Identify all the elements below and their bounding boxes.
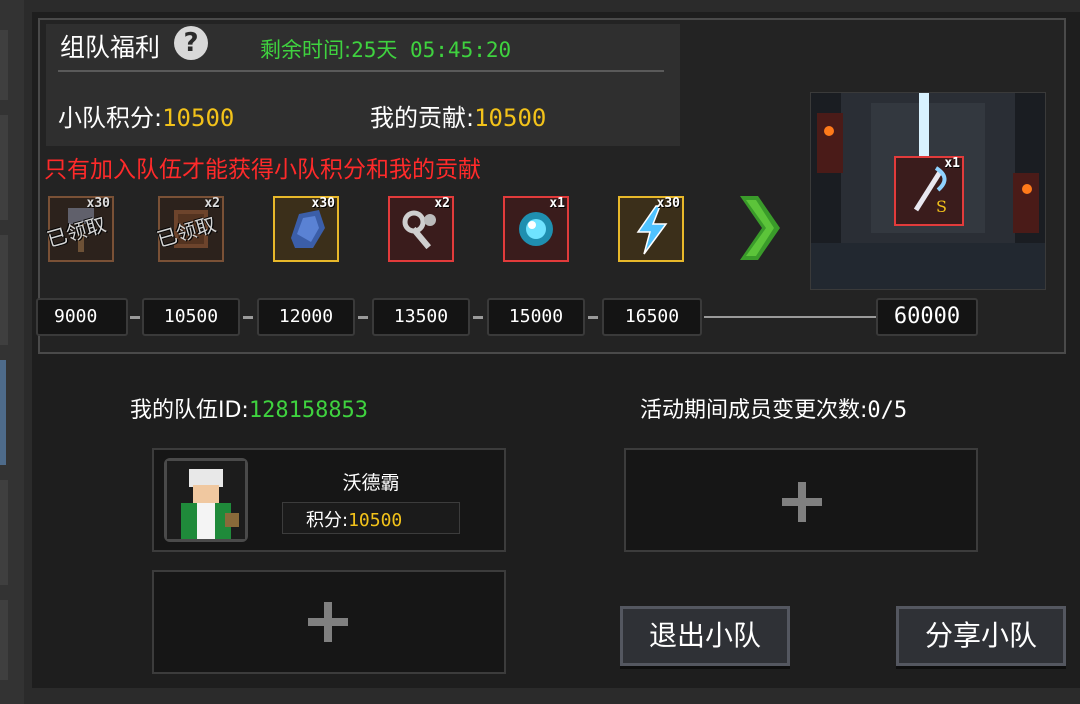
plus-icon[interactable] — [782, 482, 822, 522]
progress-segment — [473, 316, 483, 319]
milestone-score: 10500 — [142, 298, 240, 336]
side-tab[interactable] — [0, 235, 8, 345]
reward-qty: x2 — [434, 196, 450, 211]
side-tab[interactable] — [0, 115, 8, 220]
help-icon[interactable]: ? — [174, 26, 208, 60]
avatar — [164, 458, 248, 542]
milestone-score: 9000 — [36, 298, 128, 336]
reward-item-key[interactable]: x2 — [388, 196, 454, 262]
page-title: 组队福利 — [60, 33, 161, 62]
team-score-label: 小队积分: — [58, 104, 163, 132]
divider — [58, 70, 664, 72]
change-label: 活动期间成员变更次数: — [640, 398, 868, 423]
reward-item-orb[interactable]: x1 — [503, 196, 569, 262]
remaining-time: 剩余时间:25天 05:45:20 — [260, 34, 511, 64]
member-name: 沃德霸 — [342, 472, 400, 494]
progress-segment — [358, 316, 368, 319]
member-change-count: 活动期间成员变更次数:0/5 — [640, 392, 907, 424]
reward-qty: x30 — [656, 196, 680, 211]
reward-qty: x1 — [549, 196, 565, 211]
milestone-score-final: 60000 — [876, 298, 978, 336]
remaining-time-label: 剩余时间: — [260, 38, 352, 62]
side-tab[interactable] — [0, 600, 8, 680]
reward-item-lightning[interactable]: x30 — [618, 196, 684, 262]
side-tab[interactable] — [0, 480, 8, 585]
team-score-value: 10500 — [162, 104, 235, 132]
reward-qty: x30 — [311, 196, 335, 211]
notice-text: 只有加入队伍才能获得小队积分和我的贡献 — [44, 157, 481, 183]
side-tab-selected[interactable] — [0, 360, 6, 465]
progress-segment — [243, 316, 253, 319]
progress-line — [704, 316, 876, 318]
final-reward-staff[interactable]: S x1 — [894, 156, 964, 226]
team-id: 我的队伍ID:128158853 — [130, 392, 368, 424]
svg-text:S: S — [936, 197, 947, 216]
leave-team-button[interactable]: 退出小队 — [620, 606, 790, 666]
member-score: 积分:10500 — [306, 506, 402, 532]
reward-item-hammer[interactable]: x30 已领取 — [44, 196, 114, 262]
reward-item-scroll[interactable]: x2 已领取 — [154, 196, 224, 262]
elf-avatar-icon — [167, 461, 245, 539]
contribution-label: 我的贡献: — [370, 104, 475, 132]
change-value: 0/5 — [867, 398, 908, 423]
milestone-score: 13500 — [372, 298, 470, 336]
share-team-button[interactable]: 分享小队 — [896, 606, 1066, 666]
remaining-time-value: 25天 05:45:20 — [351, 38, 512, 62]
member-score-label: 积分: — [306, 510, 349, 531]
progress-segment — [130, 316, 140, 319]
team-score: 小队积分:10500 — [58, 98, 234, 133]
member-score-value: 10500 — [348, 510, 403, 531]
side-rail — [0, 0, 24, 704]
milestone-score: 15000 — [487, 298, 585, 336]
progress-segment — [588, 316, 598, 319]
next-arrow-icon[interactable] — [736, 190, 782, 266]
reward-item-ore[interactable]: x30 — [273, 196, 339, 262]
milestone-score: 12000 — [257, 298, 355, 336]
my-contribution: 我的贡献:10500 — [370, 98, 546, 133]
team-id-label: 我的队伍ID: — [130, 398, 249, 423]
reward-qty: x1 — [944, 156, 960, 171]
plus-icon[interactable] — [308, 602, 348, 642]
milestone-score: 16500 — [602, 298, 702, 336]
side-tab[interactable] — [0, 30, 8, 100]
team-id-value: 128158853 — [248, 398, 369, 423]
contribution-value: 10500 — [474, 104, 547, 132]
